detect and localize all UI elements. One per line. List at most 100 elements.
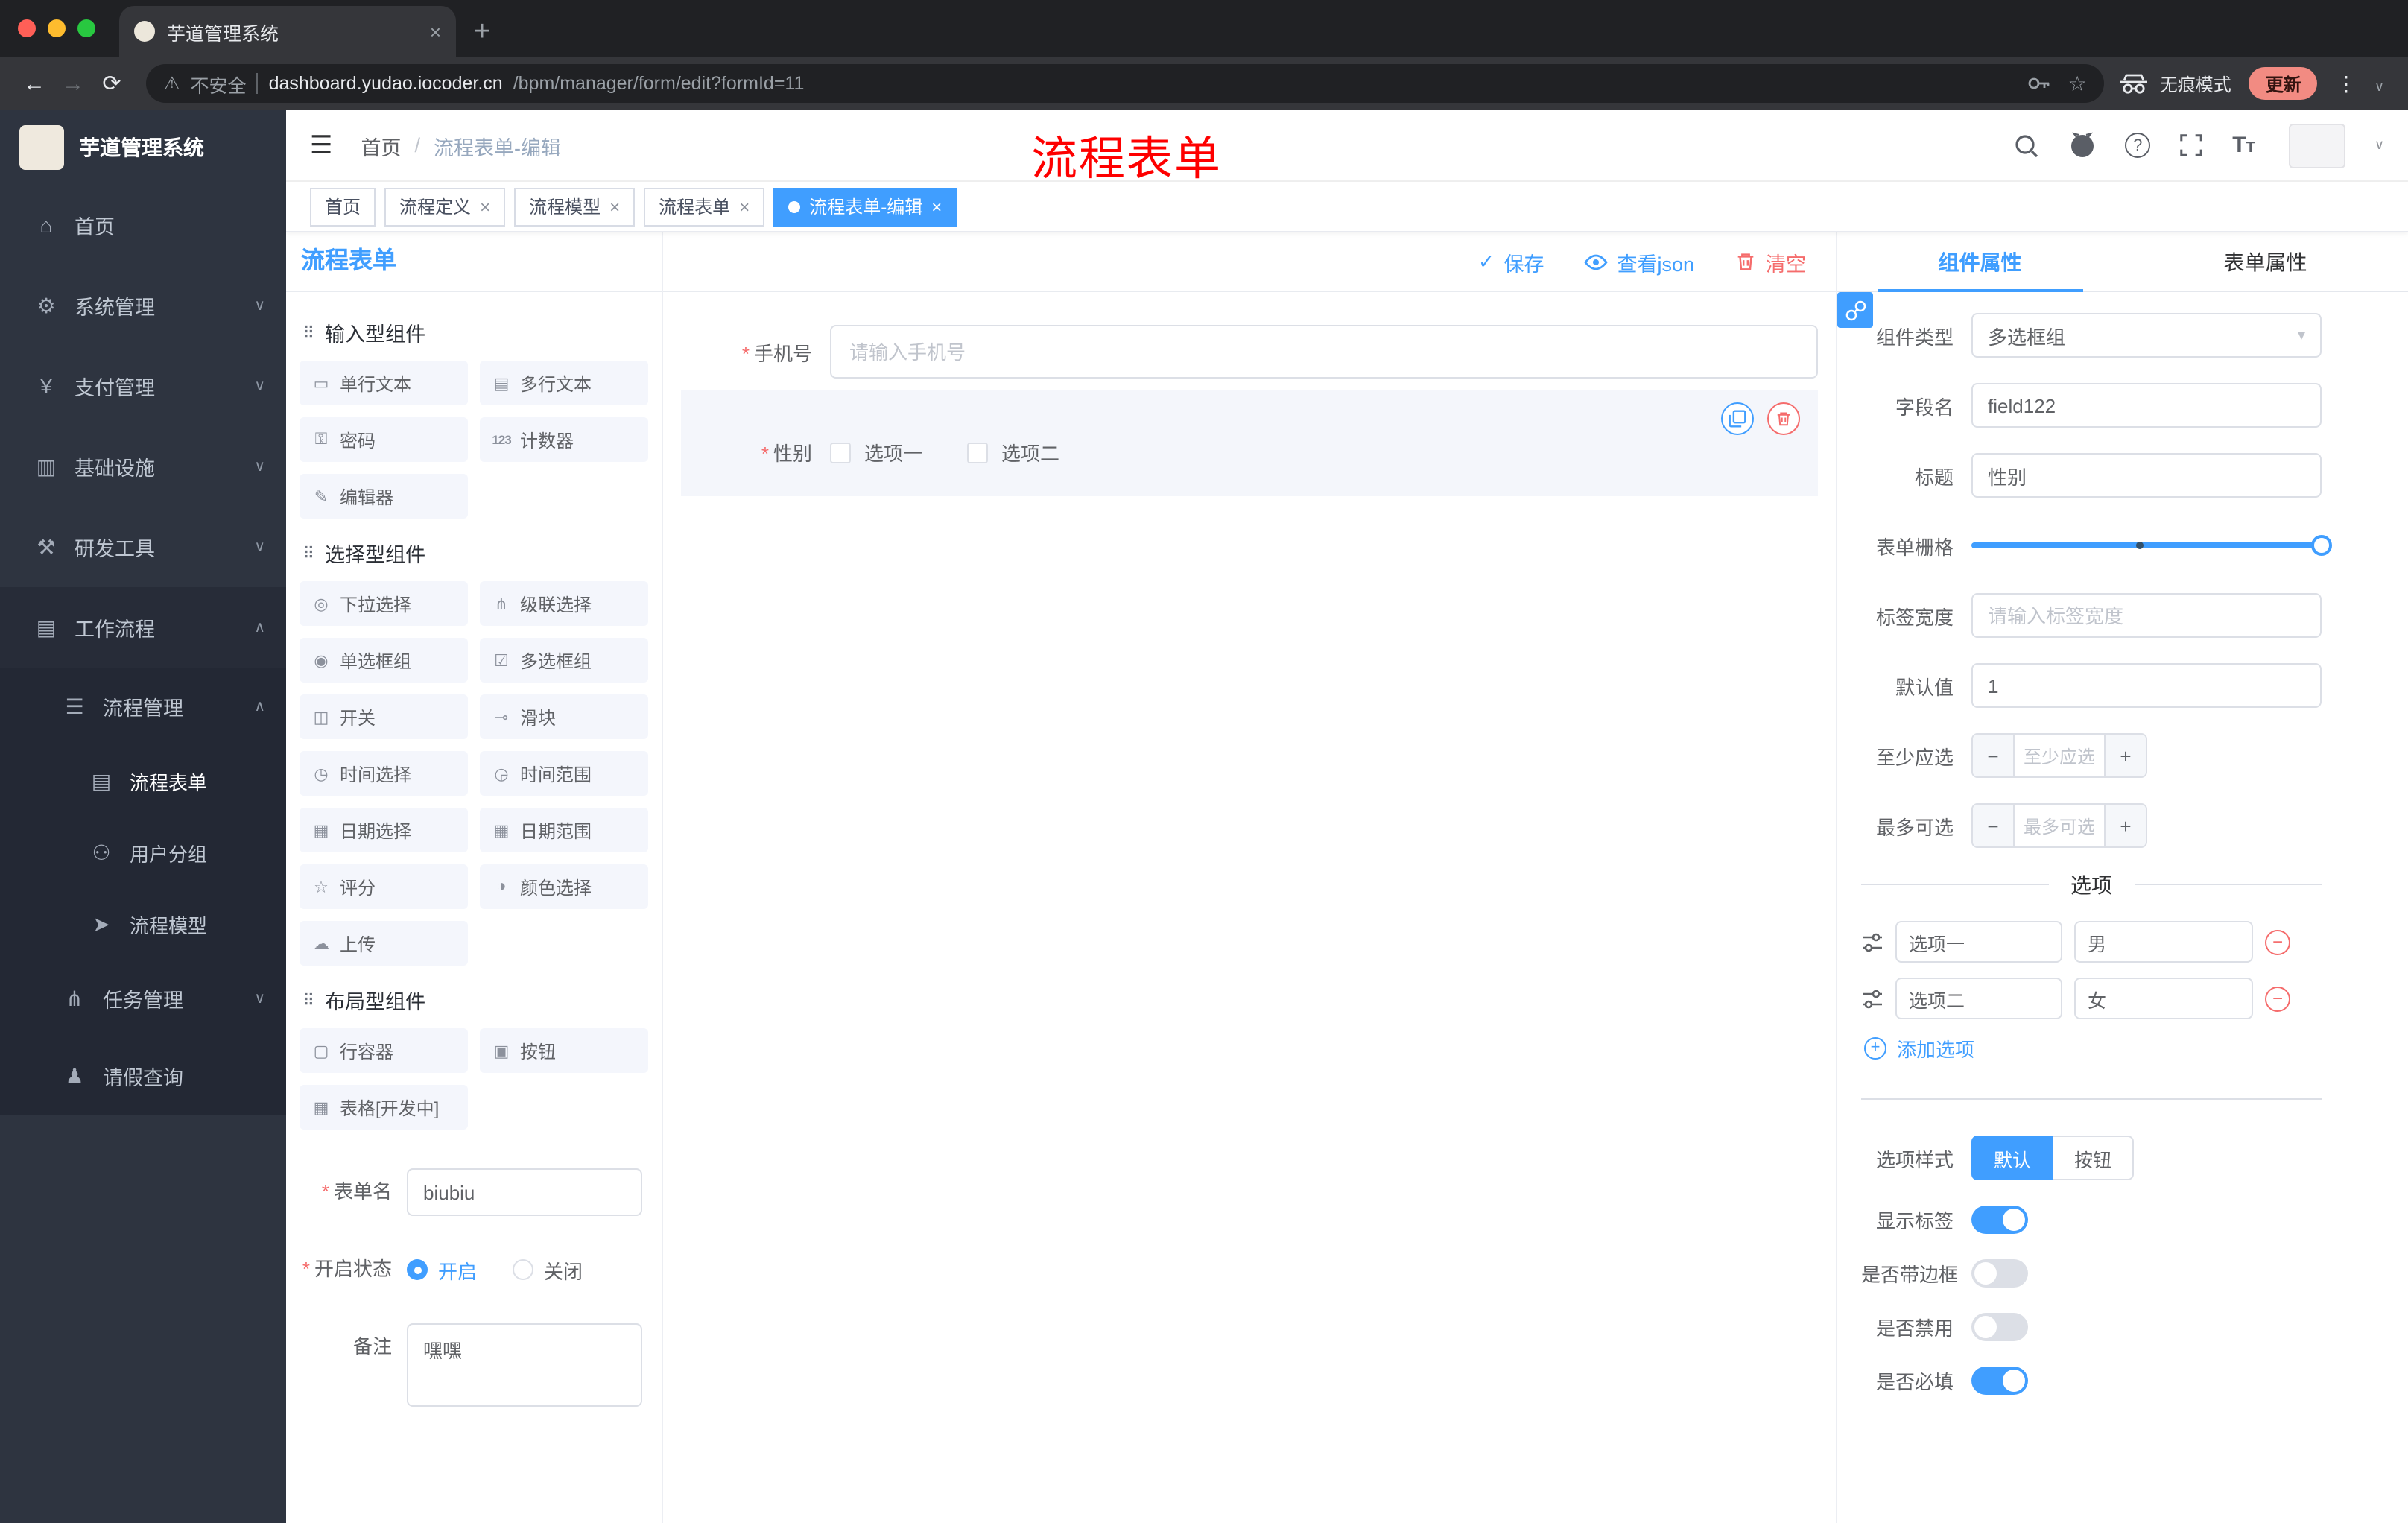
forward-button[interactable]: → (54, 71, 92, 96)
tag-close-icon[interactable]: × (931, 196, 942, 217)
tag-close-icon[interactable]: × (480, 196, 490, 217)
browser-menu-icon[interactable]: ⋮ (2336, 71, 2357, 96)
palette-chip-rate[interactable]: ☆ 评分 (300, 864, 468, 909)
max-select-stepper[interactable]: − 最多可选 + (1971, 803, 2147, 848)
tag-close-icon[interactable]: × (609, 196, 620, 217)
min-select-value[interactable]: 至少应选 (2015, 735, 2104, 776)
bookmark-star-icon[interactable]: ☆ (2068, 71, 2087, 96)
tag-home[interactable]: 首页 (310, 187, 376, 226)
canvas-field-phone[interactable]: 手机号 (681, 325, 1818, 379)
tag-close-icon[interactable]: × (739, 196, 750, 217)
title-input[interactable] (1971, 453, 2322, 498)
palette-chip-radio-group[interactable]: ◉ 单选框组 (300, 638, 468, 683)
sidebar-item-home[interactable]: ⌂ 首页 (0, 185, 286, 265)
remove-option-button[interactable]: − (2265, 986, 2290, 1011)
sidebar-item-task-mgmt[interactable]: ⋔ 任务管理 ∨ (0, 960, 286, 1037)
show-label-toggle[interactable] (1971, 1206, 2028, 1234)
sidebar-item-process-model[interactable]: ➤ 流程模型 (0, 888, 286, 960)
tab-close-icon[interactable]: × (430, 20, 441, 42)
palette-chip-multi-text[interactable]: ▤ 多行文本 (480, 361, 648, 405)
tag-process-form-edit[interactable]: 流程表单-编辑 × (773, 187, 957, 226)
palette-chip-upload[interactable]: ☁ 上传 (300, 921, 468, 966)
palette-chip-time-range[interactable]: ◶ 时间范围 (480, 751, 648, 796)
palette-chip-color-picker[interactable]: ◑ 颜色选择 (480, 864, 648, 909)
tag-process-model[interactable]: 流程模型 × (514, 187, 636, 226)
option-label-input[interactable] (1895, 978, 2062, 1019)
browser-tab[interactable]: 芋道管理系统 × (119, 6, 456, 57)
disabled-toggle[interactable] (1971, 1313, 2028, 1341)
slider-handle[interactable] (2311, 535, 2332, 556)
sidebar-item-devtools[interactable]: ⚒ 研发工具 ∨ (0, 507, 286, 587)
default-value-input[interactable] (1971, 663, 2322, 708)
grid-slider[interactable] (1971, 523, 2332, 568)
border-toggle[interactable] (1971, 1259, 2028, 1288)
status-radio-on[interactable]: 开启 (407, 1256, 477, 1284)
palette-chip-slider[interactable]: ⊸ 滑块 (480, 694, 648, 739)
label-width-input[interactable] (1971, 593, 2322, 638)
window-minimize-button[interactable] (48, 19, 66, 37)
sidebar-toggle-icon[interactable]: ☰ (310, 130, 333, 160)
view-json-button[interactable]: 查看json (1584, 247, 1694, 276)
option-label-input[interactable] (1895, 921, 2062, 963)
fullscreen-icon[interactable] (2179, 133, 2204, 158)
back-button[interactable]: ← (15, 71, 54, 96)
github-icon[interactable] (2068, 131, 2097, 159)
reload-button[interactable]: ⟳ (92, 70, 131, 97)
password-key-icon[interactable] (2027, 72, 2050, 95)
tag-process-definition[interactable]: 流程定义 × (384, 187, 506, 226)
palette-chip-button[interactable]: ▣ 按钮 (480, 1028, 648, 1073)
tab-form-props[interactable]: 表单属性 (2123, 232, 2408, 291)
field-name-input[interactable] (1971, 383, 2322, 428)
avatar-chevron-icon[interactable]: ∨ (2374, 137, 2384, 153)
sidebar-item-leave-query[interactable]: ♟ 请假查询 (0, 1037, 286, 1115)
address-bar[interactable]: ⚠ 不安全 dashboard.yudao.iocoder.cn /bpm/ma… (146, 64, 2105, 103)
option-value-input[interactable] (2074, 978, 2253, 1019)
avatar[interactable] (2289, 123, 2346, 168)
required-toggle[interactable] (1971, 1367, 2028, 1395)
tag-process-form[interactable]: 流程表单 × (644, 187, 765, 226)
sidebar-item-workflow[interactable]: ▤ 工作流程 ∧ (0, 587, 286, 668)
palette-chip-switch[interactable]: ◫ 开关 (300, 694, 468, 739)
remark-textarea[interactable]: 嘿嘿 (407, 1323, 642, 1407)
add-option-button[interactable]: + 添加选项 (1864, 1034, 2322, 1063)
link-handle-button[interactable] (1837, 292, 1873, 328)
max-select-value[interactable]: 最多可选 (2015, 805, 2104, 846)
plus-button[interactable]: + (2104, 805, 2146, 846)
status-radio-off[interactable]: 关闭 (513, 1256, 583, 1284)
app-logo[interactable]: 芋道管理系统 (0, 110, 286, 185)
clear-button[interactable]: 清空 (1734, 247, 1806, 276)
font-size-icon[interactable]: TT (2232, 133, 2255, 158)
plus-button[interactable]: + (2104, 735, 2146, 776)
form-name-input[interactable] (407, 1168, 642, 1216)
palette-chip-row-container[interactable]: ▢ 行容器 (300, 1028, 468, 1073)
component-type-select[interactable]: 多选框组 ▾ (1971, 313, 2322, 358)
palette-chip-date-range[interactable]: ▦ 日期范围 (480, 808, 648, 852)
palette-chip-time-picker[interactable]: ◷ 时间选择 (300, 751, 468, 796)
help-icon[interactable]: ? (2125, 133, 2151, 158)
copy-field-button[interactable] (1721, 402, 1754, 435)
palette-chip-dropdown[interactable]: ◎ 下拉选择 (300, 581, 468, 626)
sidebar-item-payment[interactable]: ¥ 支付管理 ∨ (0, 346, 286, 426)
update-button[interactable]: 更新 (2249, 67, 2318, 100)
minus-button[interactable]: − (1973, 805, 2015, 846)
window-close-button[interactable] (18, 19, 36, 37)
breadcrumb-home[interactable]: 首页 (361, 130, 402, 160)
sidebar-item-user-groups[interactable]: ⚇ 用户分组 (0, 817, 286, 888)
minus-button[interactable]: − (1973, 735, 2015, 776)
palette-chip-password[interactable]: ⚿ 密码 (300, 417, 468, 462)
tab-component-props[interactable]: 组件属性 (1837, 232, 2123, 292)
option-value-input[interactable] (2074, 921, 2253, 963)
sidebar-item-process-mgmt[interactable]: ☰ 流程管理 ∧ (0, 668, 286, 745)
palette-chip-editor[interactable]: ✎ 编辑器 (300, 474, 468, 519)
palette-chip-single-text[interactable]: ▭ 单行文本 (300, 361, 468, 405)
style-default-button[interactable]: 默认 (1971, 1136, 2054, 1180)
save-button[interactable]: ✓ 保存 (1478, 247, 1544, 276)
window-zoom-button[interactable] (77, 19, 95, 37)
new-tab-button[interactable]: + (474, 18, 490, 46)
search-icon[interactable] (2013, 132, 2040, 159)
delete-field-button[interactable] (1767, 402, 1800, 435)
phone-input[interactable] (830, 325, 1818, 379)
style-button-button[interactable]: 按钮 (2053, 1136, 2135, 1180)
min-select-stepper[interactable]: − 至少应选 + (1971, 733, 2147, 778)
sidebar-item-process-form[interactable]: ▤ 流程表单 (0, 745, 286, 817)
